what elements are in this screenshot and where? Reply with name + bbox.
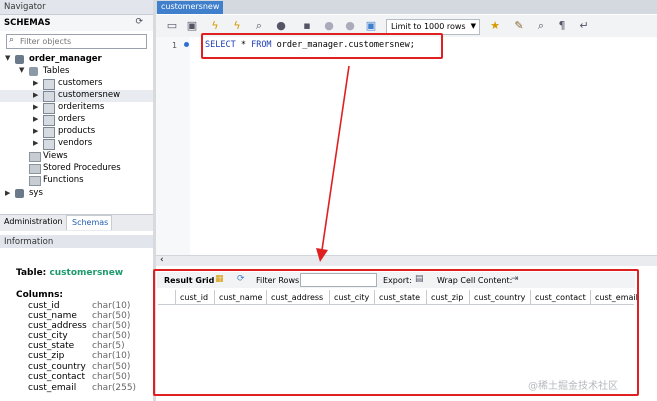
arrow-line: [321, 65, 350, 251]
watermark: @稀土掘金技术社区: [528, 381, 618, 392]
arrow-head: [316, 248, 328, 262]
annotation-arrow: [316, 65, 350, 262]
